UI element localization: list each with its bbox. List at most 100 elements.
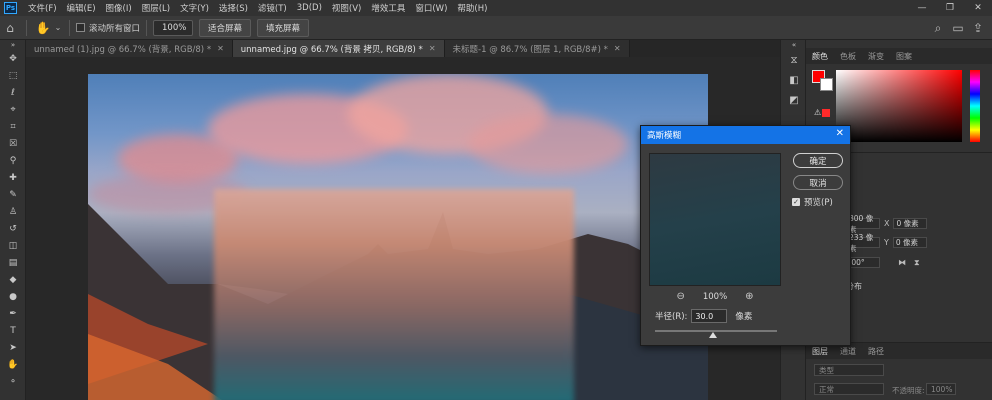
comments-icon[interactable]: ◧: [781, 70, 807, 90]
cancel-button[interactable]: 取消: [793, 175, 843, 190]
share-icon[interactable]: ⇪: [968, 18, 988, 38]
x-field[interactable]: 0 像素: [893, 218, 928, 229]
fill-screen-button[interactable]: 填充屏幕: [257, 18, 310, 37]
ok-button[interactable]: 确定: [793, 153, 843, 168]
tab-channels[interactable]: 通道: [834, 346, 862, 357]
gamut-warning-swatch[interactable]: [822, 109, 830, 117]
menu-file[interactable]: 文件(F): [23, 2, 62, 14]
quick-select-tool-icon[interactable]: ⌖: [0, 101, 26, 118]
type-tool-icon[interactable]: T: [0, 322, 26, 339]
crop-tool-icon[interactable]: ⌗: [0, 118, 26, 135]
tab-unnamed[interactable]: unnamed.jpg @ 66.7% (背景 拷贝, RGB/8) * ✕: [232, 40, 445, 57]
menu-type[interactable]: 文字(Y): [175, 2, 214, 14]
menu-layer[interactable]: 图层(L): [137, 2, 175, 14]
zoom-in-icon[interactable]: ⊕: [745, 291, 753, 302]
scroll-all-windows-checkbox[interactable]: 滚动所有窗口: [76, 22, 140, 34]
history-icon[interactable]: ⧖: [781, 50, 807, 70]
tab-layers[interactable]: 图层: [806, 346, 834, 357]
layer-filter-input[interactable]: 类型: [814, 364, 884, 376]
layers-panel: 图层 通道 路径 类型 正常 不透明度: 100%: [806, 342, 992, 400]
color-swatches: [812, 70, 834, 92]
chevron-down-icon[interactable]: ⌄: [53, 18, 63, 38]
photoshop-logo: Ps: [4, 2, 17, 14]
restore-icon[interactable]: ❐: [936, 0, 964, 16]
hue-slider[interactable]: [970, 70, 980, 142]
menu-window[interactable]: 窗口(W): [410, 2, 452, 14]
dodge-tool-icon[interactable]: ●: [0, 288, 26, 305]
zoom-out-icon[interactable]: ⊖: [676, 291, 684, 302]
fit-screen-button[interactable]: 适合屏幕: [199, 18, 252, 37]
close-icon[interactable]: ✕: [217, 44, 224, 53]
menu-view[interactable]: 视图(V): [327, 2, 366, 14]
frame-tool-icon[interactable]: ☒: [0, 135, 26, 152]
background-color-swatch[interactable]: [820, 78, 833, 91]
flip-vertical-icon[interactable]: ⧗: [914, 258, 920, 268]
menu-select[interactable]: 选择(S): [214, 2, 253, 14]
flip-horizontal-icon[interactable]: ⧓: [898, 258, 906, 267]
blur-tool-icon[interactable]: ◆: [0, 271, 26, 288]
eyedropper-tool-icon[interactable]: ⚲: [0, 152, 26, 169]
radius-slider[interactable]: [655, 330, 777, 338]
radius-input[interactable]: 30.0: [691, 309, 728, 323]
height-field[interactable]: 233 像素: [846, 233, 880, 253]
search-icon[interactable]: ⌕: [928, 18, 948, 38]
tab-patterns[interactable]: 图案: [890, 51, 918, 62]
zoom-level: 100%: [702, 291, 728, 302]
close-icon[interactable]: ✕: [614, 44, 621, 53]
brush-tool-icon[interactable]: ✎: [0, 186, 26, 203]
zoom-level-input[interactable]: 100%: [153, 19, 194, 36]
path-select-tool-icon[interactable]: ➤: [0, 339, 26, 356]
learn-icon[interactable]: ◩: [781, 90, 807, 110]
lasso-tool-icon[interactable]: ℓ: [0, 84, 26, 101]
checkbox-checked-icon[interactable]: ✓: [792, 198, 800, 206]
menu-plugins[interactable]: 增效工具: [366, 2, 410, 14]
width-field[interactable]: 800 像素: [846, 214, 880, 234]
opacity-field[interactable]: 100%: [926, 383, 956, 395]
preview-checkbox[interactable]: ✓ 预览(P): [792, 196, 833, 208]
close-window-icon[interactable]: ✕: [964, 0, 992, 16]
checkbox-icon[interactable]: [76, 23, 85, 32]
tab-gradients[interactable]: 渐变: [862, 51, 890, 62]
pen-tool-icon[interactable]: ✒: [0, 305, 26, 322]
color-picker-field[interactable]: [836, 70, 962, 142]
slider-thumb[interactable]: [709, 332, 717, 338]
tab-color[interactable]: 颜色: [806, 51, 834, 62]
workspace-icon[interactable]: ▭: [948, 18, 968, 38]
collapse-icon[interactable]: «: [781, 40, 807, 50]
y-label: Y: [884, 238, 889, 247]
tab-label: 未标题-1 @ 86.7% (图层 1, RGB/8#) *: [452, 44, 608, 55]
home-icon[interactable]: ⌂: [0, 18, 20, 38]
close-icon[interactable]: ✕: [836, 128, 844, 139]
dialog-titlebar[interactable]: 高斯模糊 ✕: [641, 126, 850, 144]
menu-filter[interactable]: 滤镜(T): [253, 2, 292, 14]
healing-brush-tool-icon[interactable]: ✚: [0, 169, 26, 186]
collapse-icon[interactable]: »: [0, 40, 26, 50]
menu-help[interactable]: 帮助(H): [452, 2, 492, 14]
hand-tool-icon[interactable]: ✋: [33, 18, 53, 38]
tab-swatches[interactable]: 色板: [834, 51, 862, 62]
marquee-tool-icon[interactable]: ⬚: [0, 67, 26, 84]
minimize-icon[interactable]: —: [908, 0, 936, 16]
history-brush-tool-icon[interactable]: ↺: [0, 220, 26, 237]
radius-label: 半径(R):: [655, 312, 688, 322]
close-icon[interactable]: ✕: [429, 44, 436, 53]
y-field[interactable]: 0 像素: [892, 237, 927, 248]
tab-paths[interactable]: 路径: [862, 346, 890, 357]
menu-edit[interactable]: 编辑(E): [62, 2, 101, 14]
eraser-tool-icon[interactable]: ◫: [0, 237, 26, 254]
menu-3d[interactable]: 3D(D): [292, 3, 327, 13]
blur-preview[interactable]: [649, 153, 781, 286]
stamp-tool-icon[interactable]: ♙: [0, 203, 26, 220]
width-row: 800 像素 X 0 像素: [846, 214, 928, 234]
menu-bar: Ps 文件(F) 编辑(E) 图像(I) 图层(L) 文字(Y) 选择(S) 滤…: [0, 0, 992, 16]
blend-mode-select[interactable]: 正常: [814, 383, 884, 395]
zoom-tool-icon[interactable]: ⚬: [0, 373, 26, 390]
move-tool-icon[interactable]: ✥: [0, 50, 26, 67]
tab-unnamed-1[interactable]: unnamed (1).jpg @ 66.7% (背景, RGB/8) * ✕: [26, 40, 233, 57]
tab-untitled-1[interactable]: 未标题-1 @ 86.7% (图层 1, RGB/8#) * ✕: [444, 40, 630, 57]
gradient-tool-icon[interactable]: ▤: [0, 254, 26, 271]
angle-field[interactable]: .00°: [846, 257, 880, 268]
menu-image[interactable]: 图像(I): [101, 2, 137, 14]
hand-tool-icon[interactable]: ✋: [0, 356, 26, 373]
document-image[interactable]: [88, 74, 708, 400]
